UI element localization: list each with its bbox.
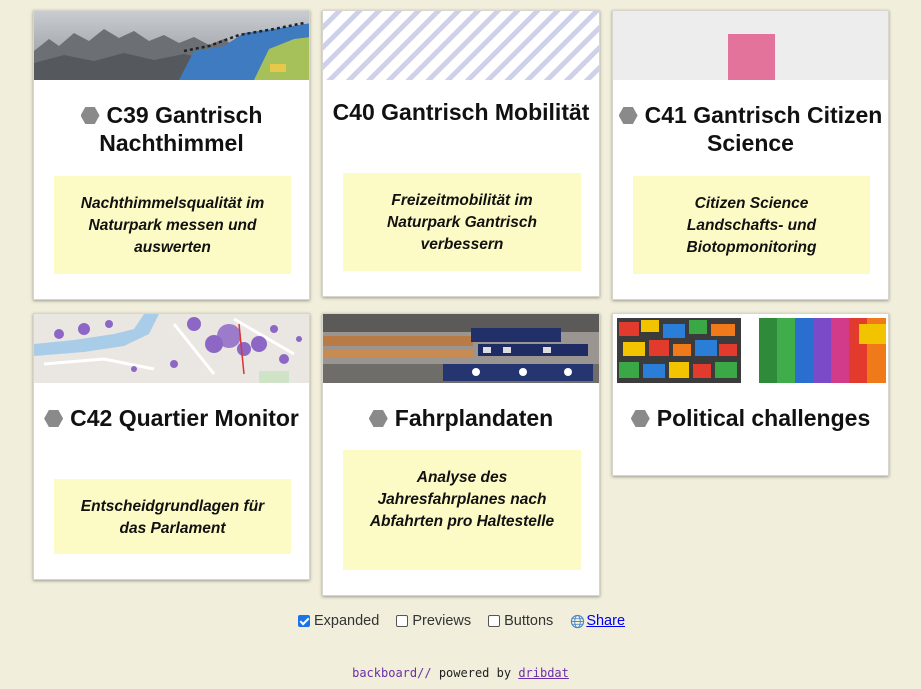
project-thumbnail-train-station bbox=[323, 314, 599, 383]
hexagon-icon bbox=[618, 107, 638, 124]
project-card-fahrplandaten[interactable]: Fahrplandaten Analyse des Jahresfahrplan… bbox=[322, 313, 600, 596]
hexagon-icon bbox=[44, 410, 64, 427]
project-card-c41[interactable]: C41 Gantrisch Citizen Science Citizen Sc… bbox=[612, 10, 889, 300]
project-thumbnail-pink-square bbox=[613, 11, 888, 80]
expanded-label: Expanded bbox=[314, 613, 380, 629]
buttons-checkbox[interactable] bbox=[488, 615, 501, 627]
globe-icon bbox=[571, 614, 585, 628]
footer: backboard// powered by dribdat bbox=[0, 666, 921, 680]
hexagon-icon bbox=[630, 410, 650, 427]
previews-toggle[interactable]: Previews bbox=[396, 613, 471, 629]
powered-by-text: powered by bbox=[438, 666, 512, 680]
backboard-link[interactable]: backboard// bbox=[352, 666, 431, 680]
project-thumbnail-stripes bbox=[323, 11, 599, 80]
project-card-c40[interactable]: C40 Gantrisch Mobilität Freizeitmobilitä… bbox=[322, 10, 600, 297]
project-thumbnail-mountains bbox=[34, 11, 309, 80]
buttons-label: Buttons bbox=[504, 613, 554, 629]
project-summary: Nachthimmelsqualität im Naturpark messen… bbox=[54, 176, 291, 274]
buttons-toggle[interactable]: Buttons bbox=[488, 613, 553, 629]
project-thumbnail-map bbox=[34, 314, 309, 383]
dribdat-link[interactable]: dribdat bbox=[518, 666, 569, 680]
project-thumbnail-lego-bricks bbox=[613, 314, 888, 383]
project-summary: Entscheidgrundlagen für das Parlament bbox=[54, 479, 291, 554]
project-summary: Freizeitmobilität im Naturpark Gantrisch… bbox=[343, 173, 581, 271]
share-control[interactable]: Share bbox=[570, 613, 625, 629]
project-summary: Citizen Science Landschafts- und Biotopm… bbox=[633, 176, 870, 274]
expanded-toggle[interactable]: Expanded bbox=[298, 613, 379, 629]
project-summary: Analyse des Jahresfahrplanes nach Abfahr… bbox=[343, 450, 581, 570]
previews-label: Previews bbox=[412, 613, 472, 629]
previews-checkbox[interactable] bbox=[396, 615, 409, 627]
view-controls: Expanded Previews Buttons Share bbox=[298, 611, 642, 631]
project-title[interactable]: C40 Gantrisch Mobilität bbox=[323, 98, 599, 126]
project-title[interactable]: C42 Quartier Monitor bbox=[34, 404, 309, 432]
hexagon-icon bbox=[368, 410, 388, 427]
project-title[interactable]: C39 Gantrisch Nachthimmel bbox=[34, 101, 309, 157]
project-card-political-challenges[interactable]: Political challenges bbox=[612, 313, 889, 476]
project-title[interactable]: Political challenges bbox=[613, 404, 888, 432]
project-card-c39[interactable]: C39 Gantrisch Nachthimmel Nachthimmelsqu… bbox=[33, 10, 310, 300]
project-title[interactable]: Fahrplandaten bbox=[323, 404, 599, 432]
expanded-checkbox[interactable] bbox=[298, 615, 310, 627]
share-link[interactable]: Share bbox=[586, 613, 625, 629]
project-card-c42[interactable]: C42 Quartier Monitor Entscheidgrundlagen… bbox=[33, 313, 310, 580]
project-title[interactable]: C41 Gantrisch Citizen Science bbox=[613, 101, 888, 157]
hexagon-icon bbox=[80, 107, 100, 124]
